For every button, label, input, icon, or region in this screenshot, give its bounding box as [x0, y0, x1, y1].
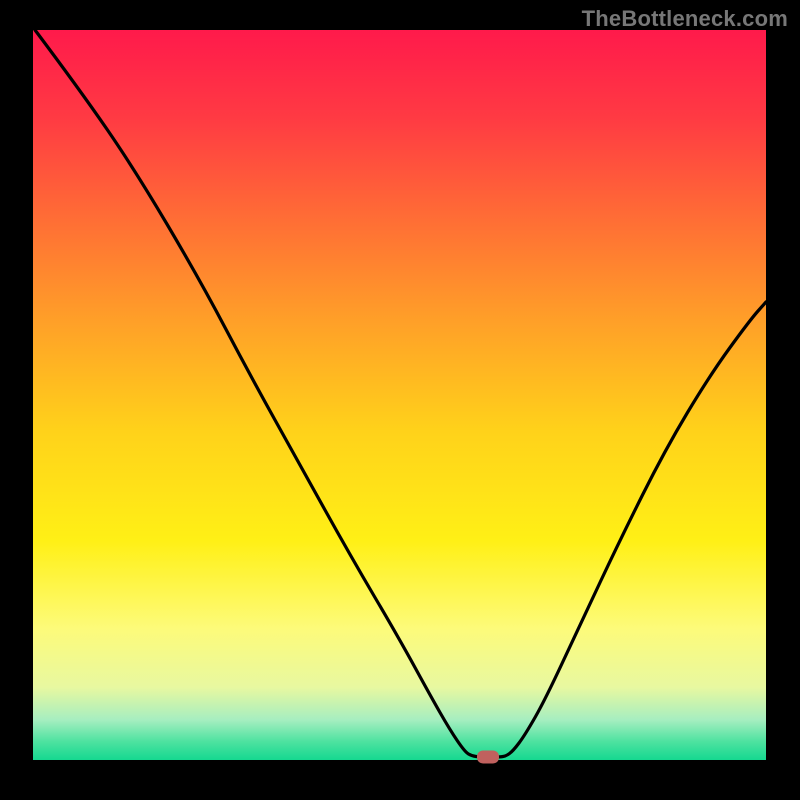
optimum-marker	[477, 751, 499, 764]
plot-background	[33, 30, 766, 760]
watermark-text: TheBottleneck.com	[582, 6, 788, 32]
bottleneck-chart	[0, 0, 800, 800]
